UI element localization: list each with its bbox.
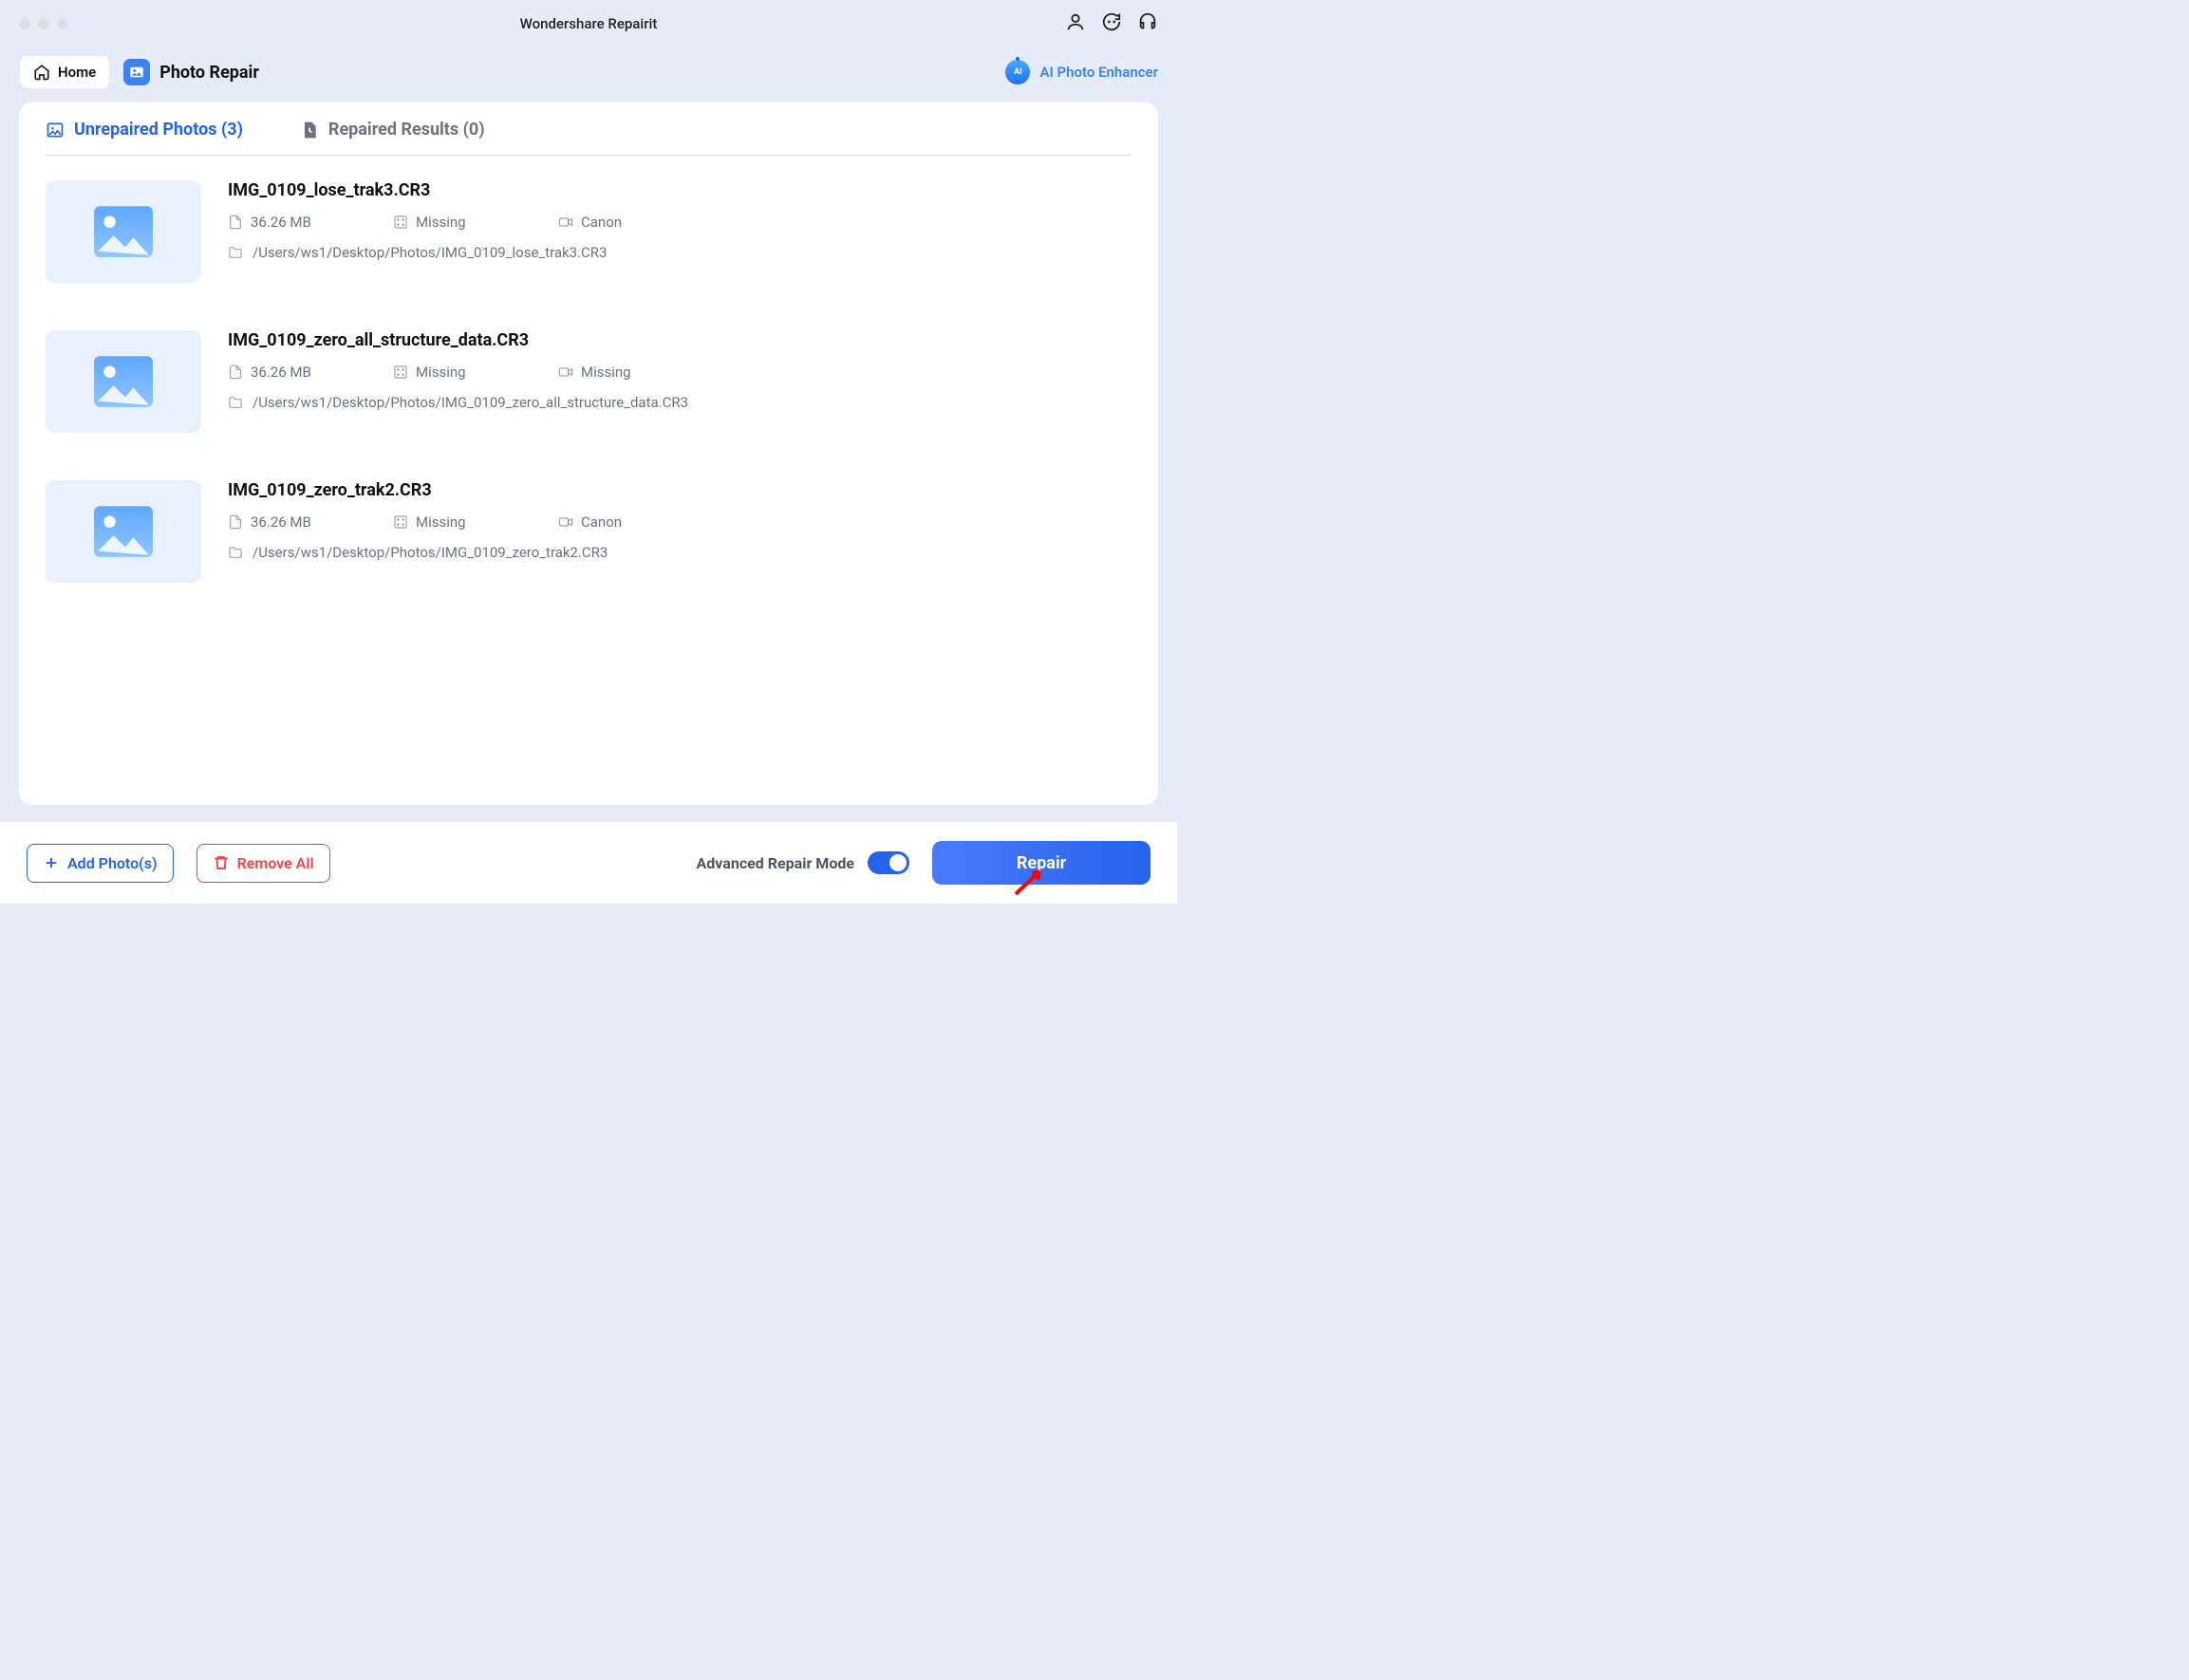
remove-label: Remove All [237, 854, 314, 872]
window-controls[interactable] [19, 18, 68, 29]
resolution: Missing [416, 214, 466, 231]
ai-icon: AI [1005, 60, 1030, 84]
picture-icon [46, 121, 65, 140]
account-icon[interactable] [1065, 11, 1086, 36]
support-icon[interactable] [1137, 11, 1158, 36]
close-dot[interactable] [19, 18, 30, 29]
add-label: Add Photo(s) [67, 854, 158, 872]
file-name: IMG_0109_zero_all_structure_data.CR3 [228, 330, 1132, 350]
zoom-dot[interactable] [57, 18, 68, 29]
photo-row[interactable]: IMG_0109_zero_trak2.CR3 36.26 MB Missing… [46, 480, 1132, 583]
file-size-icon [228, 514, 243, 530]
device: Canon [581, 513, 622, 531]
resolution: Missing [416, 513, 466, 531]
resolution-icon [393, 364, 408, 380]
tab-repaired[interactable]: Repaired Results (0) [300, 120, 485, 140]
thumbnail [46, 480, 201, 583]
trash-icon [213, 854, 230, 871]
tab-unrepaired-count: (3) [221, 120, 243, 140]
file-name: IMG_0109_zero_trak2.CR3 [228, 480, 1132, 500]
camera-icon [558, 514, 573, 530]
camera-icon [558, 215, 573, 230]
file-size: 36.26 MB [251, 513, 311, 531]
file-size: 36.26 MB [251, 214, 311, 231]
resolution-icon [393, 215, 408, 230]
folder-icon [228, 395, 243, 410]
module-title: Photo Repair [123, 59, 259, 85]
folder-icon [228, 245, 243, 260]
footer-bar: Add Photo(s) Remove All Advanced Repair … [0, 822, 1177, 904]
clock-file-icon [300, 121, 319, 140]
advanced-mode: Advanced Repair Mode [697, 851, 909, 874]
module-label: Photo Repair [159, 63, 259, 83]
advanced-toggle[interactable] [868, 851, 909, 874]
file-size-icon [228, 215, 243, 230]
file-size: 36.26 MB [251, 364, 311, 381]
file-path: /Users/ws1/Desktop/Photos/IMG_0109_lose_… [253, 244, 607, 261]
thumbnail [46, 330, 201, 433]
ai-enhancer-label: AI Photo Enhancer [1039, 64, 1158, 81]
tab-unrepaired-label: Unrepaired Photos [74, 120, 216, 140]
photo-list: IMG_0109_lose_trak3.CR3 36.26 MB Missing… [46, 156, 1132, 583]
file-path: /Users/ws1/Desktop/Photos/IMG_0109_zero_… [253, 394, 688, 411]
titlebar: Wondershare Repairit [0, 0, 1177, 47]
add-photos-button[interactable]: Add Photo(s) [27, 844, 174, 883]
resolution-icon [393, 514, 408, 530]
minimize-dot[interactable] [38, 18, 49, 29]
photo-row[interactable]: IMG_0109_lose_trak3.CR3 36.26 MB Missing… [46, 180, 1132, 283]
tab-repaired-label: Repaired Results [328, 120, 458, 140]
device: Canon [581, 214, 622, 231]
remove-all-button[interactable]: Remove All [196, 844, 330, 883]
repair-button[interactable]: Repair [932, 841, 1151, 885]
tab-repaired-count: (0) [463, 120, 485, 140]
folder-icon [228, 545, 243, 560]
tabs: Unrepaired Photos (3) Repaired Results (… [46, 120, 1132, 156]
main-panel: Unrepaired Photos (3) Repaired Results (… [19, 103, 1158, 805]
app-title: Wondershare Repairit [520, 15, 658, 32]
home-label: Home [58, 64, 96, 81]
feedback-icon[interactable] [1101, 11, 1122, 36]
photo-row[interactable]: IMG_0109_zero_all_structure_data.CR3 36.… [46, 330, 1132, 433]
ai-enhancer-link[interactable]: AI AI Photo Enhancer [1005, 60, 1158, 84]
file-name: IMG_0109_lose_trak3.CR3 [228, 180, 1132, 200]
advanced-label: Advanced Repair Mode [697, 854, 854, 872]
device: Missing [581, 364, 631, 381]
home-button[interactable]: Home [19, 55, 110, 89]
nav-row: Home Photo Repair AI AI Photo Enhancer [0, 47, 1177, 89]
thumbnail [46, 180, 201, 283]
file-path: /Users/ws1/Desktop/Photos/IMG_0109_zero_… [253, 544, 608, 561]
file-size-icon [228, 364, 243, 380]
plus-icon [43, 854, 60, 871]
tab-unrepaired[interactable]: Unrepaired Photos (3) [46, 120, 243, 140]
photo-repair-icon [123, 59, 150, 85]
camera-icon [558, 364, 573, 380]
home-icon [33, 64, 50, 81]
resolution: Missing [416, 364, 466, 381]
